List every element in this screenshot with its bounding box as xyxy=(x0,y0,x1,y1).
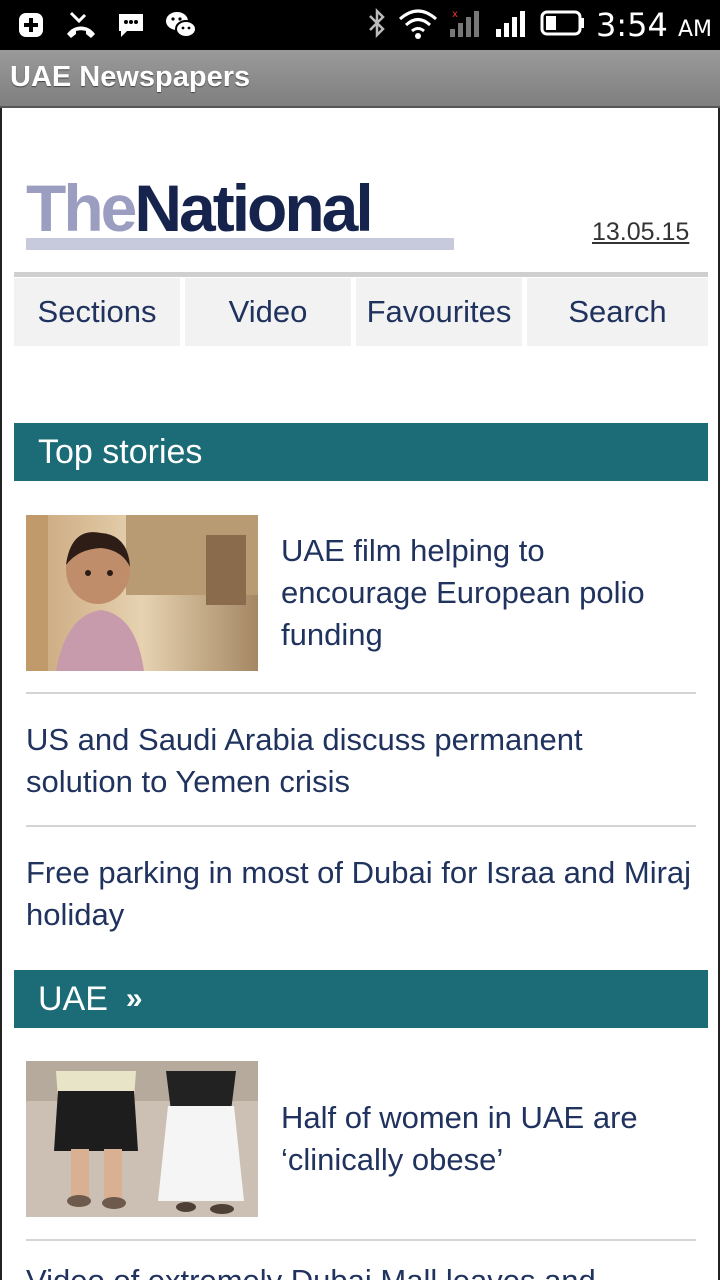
battery-icon xyxy=(540,7,586,44)
nav-favourites[interactable]: Favourites xyxy=(356,278,522,346)
add-square-icon xyxy=(14,8,48,42)
signal-icon: x xyxy=(448,7,484,44)
story-title[interactable]: Half of women in UAE are ‘clinically obe… xyxy=(281,1097,691,1181)
story-title[interactable]: UAE film helping to encourage European p… xyxy=(281,530,691,656)
story-title[interactable]: Video of extremely Dubai Mall leaves and… xyxy=(26,1260,696,1280)
missed-call-icon xyxy=(64,8,98,42)
nav-top-border xyxy=(14,272,708,277)
signal-2-icon xyxy=(494,7,530,44)
nav-search[interactable]: Search xyxy=(527,278,708,346)
chevron-double-right-icon: » xyxy=(125,982,143,1015)
story-image-polio[interactable] xyxy=(26,515,258,671)
wechat-icon xyxy=(164,8,198,42)
chat-bubble-icon xyxy=(114,8,148,42)
edition-date[interactable]: 13.05.15 xyxy=(592,218,689,247)
clock: 3:54 AM xyxy=(595,6,712,44)
story-title[interactable]: US and Saudi Arabia discuss permanent so… xyxy=(26,719,696,803)
divider xyxy=(26,825,696,827)
nav-video[interactable]: Video xyxy=(185,278,351,346)
divider xyxy=(26,1239,696,1241)
main-nav: Sections Video Favourites Search xyxy=(14,278,708,346)
nav-sections[interactable]: Sections xyxy=(14,278,180,346)
status-bar: x 3:54 AM xyxy=(0,0,720,50)
section-header-top-stories[interactable]: Top stories xyxy=(14,423,708,481)
story-title[interactable]: Free parking in most of Dubai for Israa … xyxy=(26,852,696,936)
wifi-icon xyxy=(398,7,438,44)
the-national-logo[interactable]: TheNational xyxy=(26,175,456,250)
app-title: UAE Newspapers xyxy=(10,61,251,93)
story-image-obesity[interactable] xyxy=(26,1061,258,1217)
bluetooth-icon xyxy=(366,7,388,44)
app-bar: UAE Newspapers xyxy=(0,50,720,108)
section-header-uae[interactable]: UAE» xyxy=(14,970,708,1028)
web-content[interactable]: TheNational 13.05.15 Sections Video Favo… xyxy=(0,108,720,1280)
divider xyxy=(26,692,696,694)
svg-text:x: x xyxy=(452,9,458,20)
